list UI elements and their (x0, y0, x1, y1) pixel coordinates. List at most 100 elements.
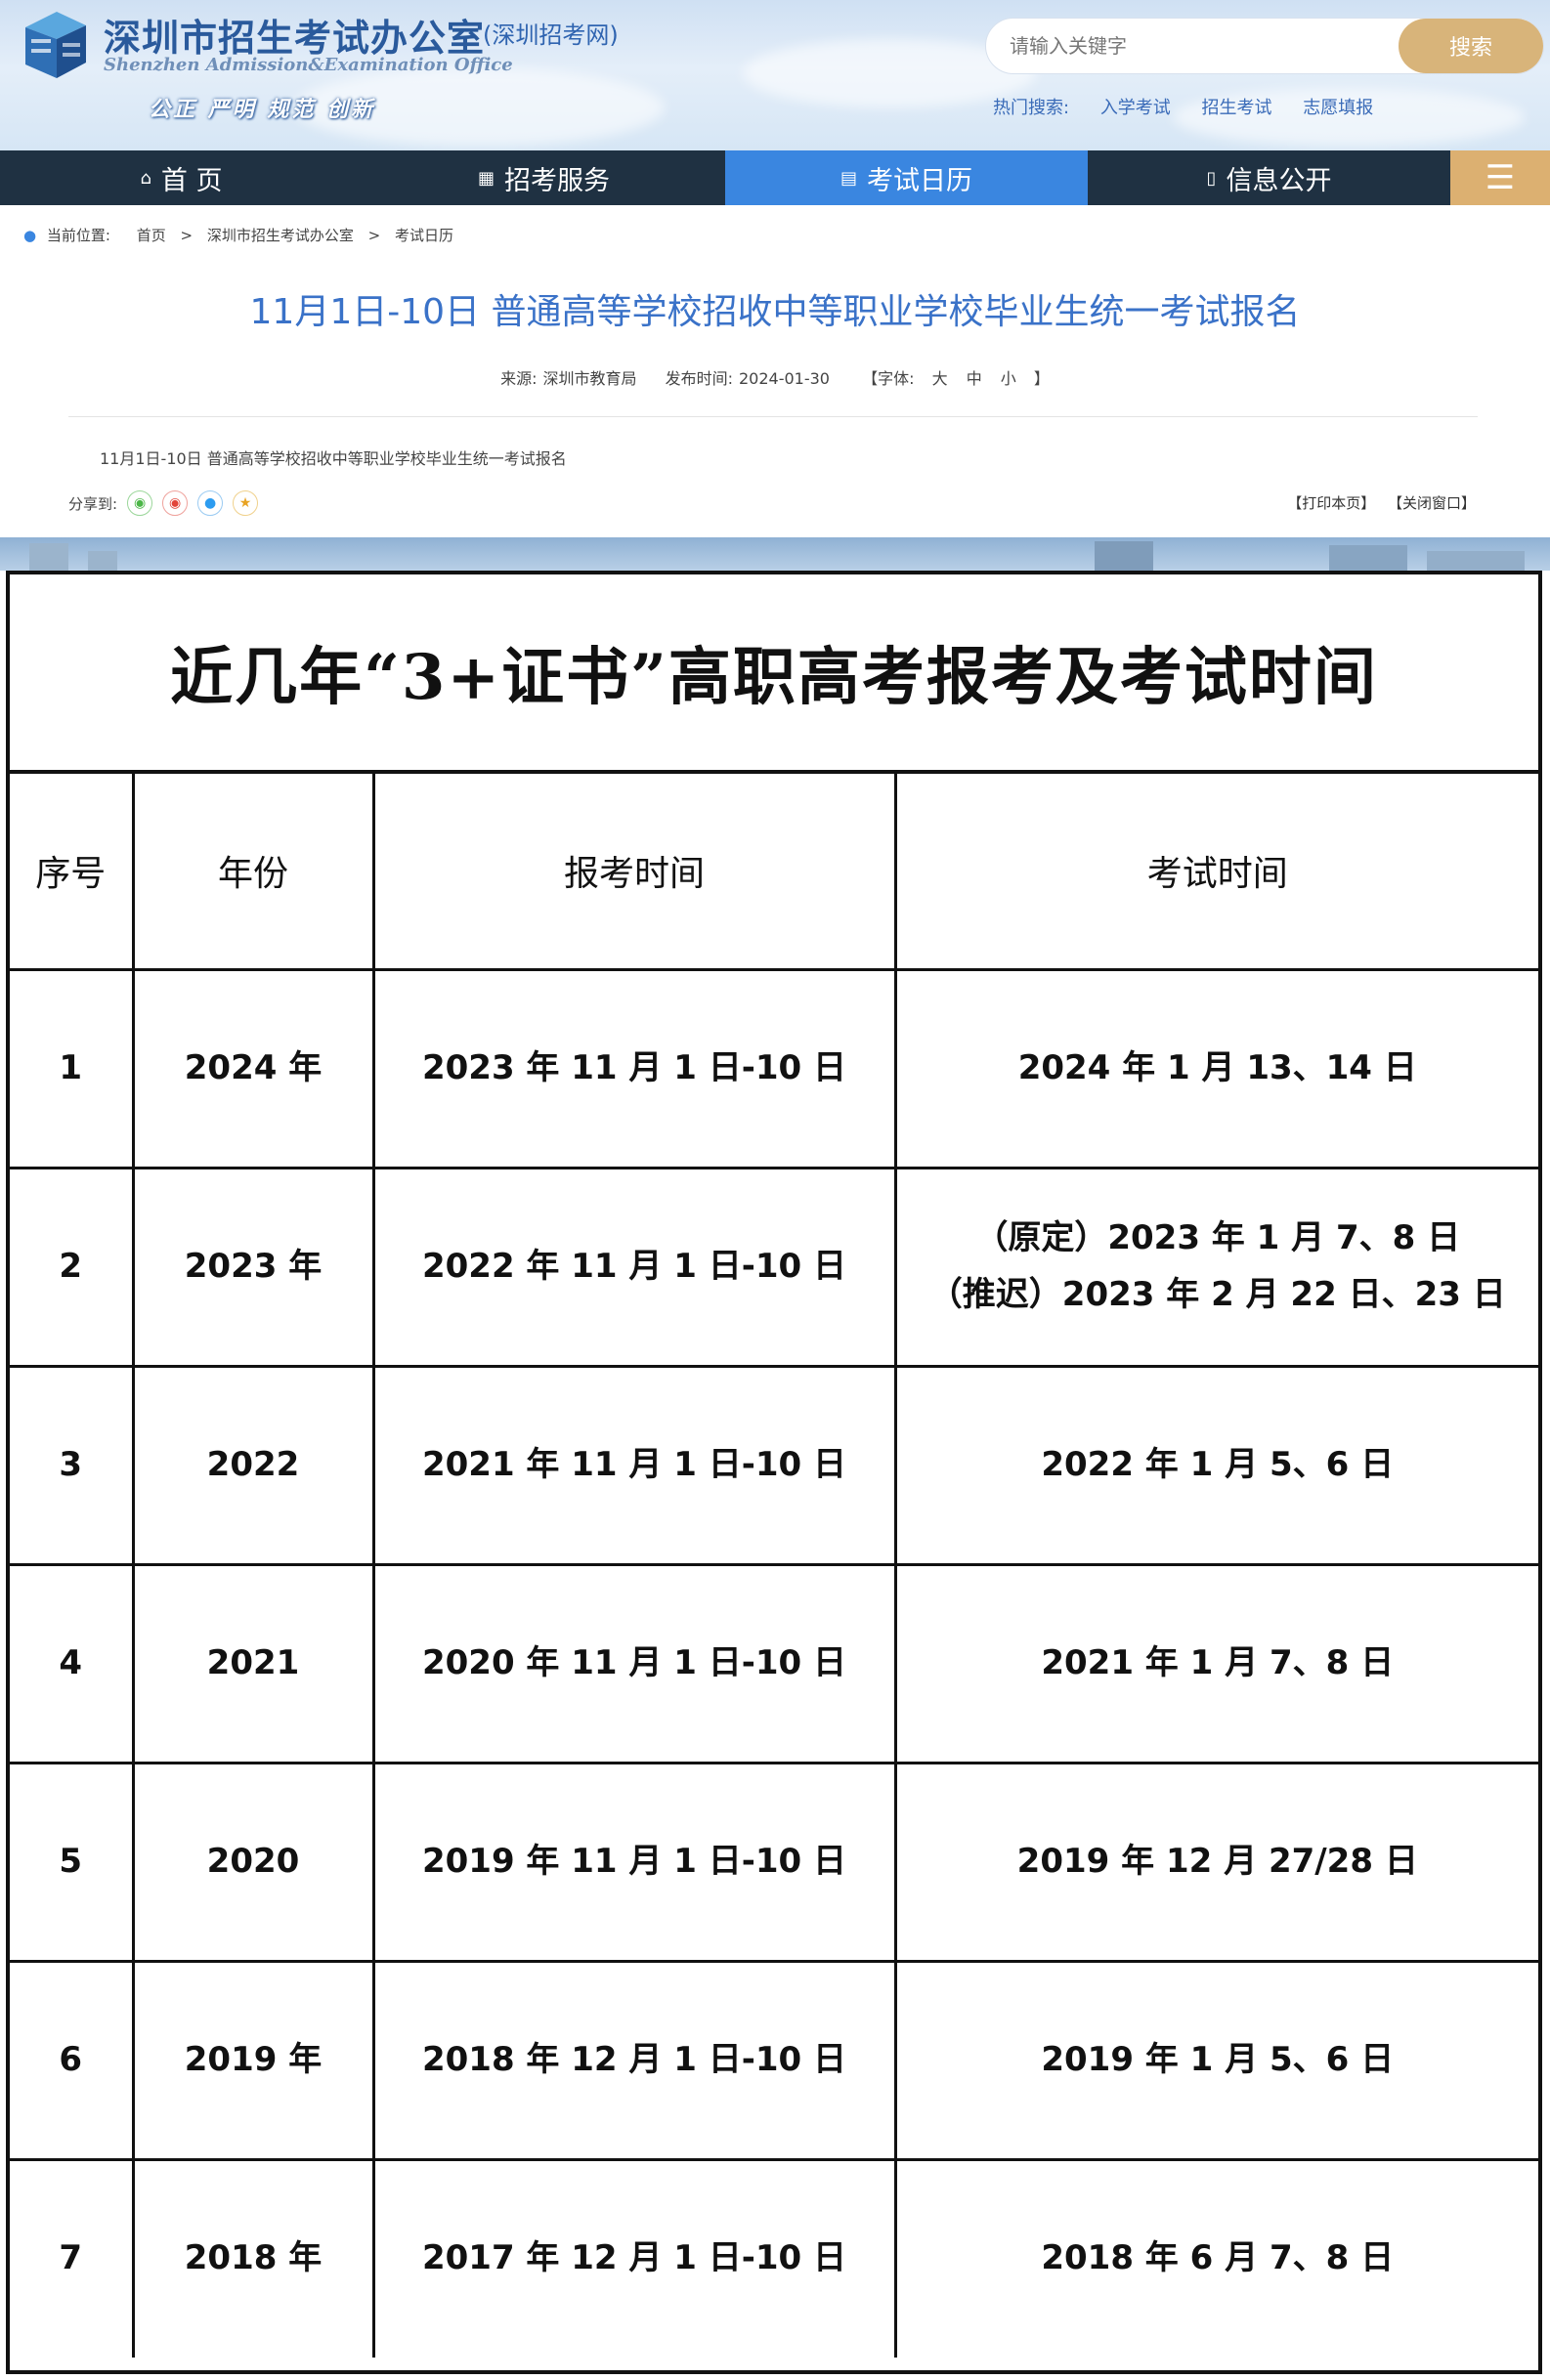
cell-registration: 2017 年 12 月 1 日-10 日 (371, 2157, 897, 2358)
site-slogan: 公正 严明 规范 创新 (149, 98, 375, 122)
font-size-small[interactable]: 小 (1001, 369, 1016, 388)
main-nav: ⌂ 首 页 ▦ 招考服务 ▤ 考试日历 ▯ 信息公开 ☰ (0, 150, 1550, 205)
header-registration-time: 报考时间 (371, 774, 897, 971)
site-title[interactable]: 深圳市招生考试办公室 (104, 8, 485, 62)
breadcrumb-label: 当前位置: (46, 227, 110, 244)
cell-exam-line: 2019 年 1 月 5、6 日 (1041, 2039, 1395, 2079)
nav-item-home[interactable]: ⌂ 首 页 (0, 150, 363, 205)
nav-item-services[interactable]: ▦ 招考服务 (363, 150, 725, 205)
cell-registration: 2023 年 11 月 1 日-10 日 (371, 967, 897, 1169)
wechat-icon[interactable]: ◉ (127, 490, 153, 516)
grid-icon: ▦ (477, 167, 495, 189)
breadcrumb-home[interactable]: 首页 (137, 227, 166, 244)
weibo-icon[interactable]: ◉ (162, 490, 189, 516)
skyline-banner (0, 537, 1550, 571)
cell-exam: 2022 年 1 月 5、6 日 (893, 1364, 1538, 1566)
schedule-table: 序号 年份 报考时间 考试时间 1 2024 年 2023 年 11 月 1 日… (10, 774, 1538, 2358)
nav-item-label: 考试日历 (867, 165, 972, 196)
divider (68, 416, 1478, 417)
search-input[interactable] (1008, 19, 1399, 73)
article-meta: 来源: 深圳市教育局 发布时间: 2024-01-30 【字体: 大 中 小 】 (0, 365, 1550, 389)
cell-exam-line: 2022 年 1 月 5、6 日 (1041, 1444, 1395, 1484)
page-tools: 【打印本页】 【关闭窗口】 (1279, 492, 1476, 513)
building-shape (1427, 551, 1525, 571)
schedule-title: 近几年“3+证书”高职高考报考及考试时间 (10, 574, 1538, 774)
schedule-table-image: 近几年“3+证书”高职高考报考及考试时间 序号 年份 报考时间 考试时间 1 2… (6, 571, 1542, 2374)
cell-exam: 2019 年 12 月 27/28 日 (893, 1761, 1538, 1963)
cell-year: 2019 年 (131, 1959, 375, 2161)
font-size-medium[interactable]: 中 (967, 369, 982, 388)
cell-exam: 2024 年 1 月 13、14 日 (893, 967, 1538, 1169)
cell-index: 1 (10, 967, 135, 1169)
article-title: 11月1日-10日 普通高等学校招收中等职业学校毕业生统一考试报名 (249, 292, 1301, 332)
table-row: 5 2020 2019 年 11 月 1 日-10 日 2019 年 12 月 … (10, 1761, 1538, 1963)
cell-year: 2024 年 (131, 967, 375, 1169)
table-row: 6 2019 年 2018 年 12 月 1 日-10 日 2019 年 1 月… (10, 1959, 1538, 2161)
calendar-icon: ▤ (840, 167, 857, 189)
building-shape (88, 551, 117, 571)
site-english-name: Shenzhen Admission&Examination Office (104, 55, 513, 75)
breadcrumb-separator: > (367, 227, 381, 244)
cell-index: 5 (10, 1761, 135, 1963)
cell-index: 2 (10, 1166, 135, 1368)
cell-exam-line: （原定）2023 年 1 月 7、8 日 (974, 1217, 1461, 1257)
cell-exam-line: （推迟）2023 年 2 月 22 日、23 日 (928, 1274, 1506, 1314)
header-year: 年份 (131, 774, 375, 971)
hot-link-application[interactable]: 志愿填报 (1303, 98, 1373, 118)
article: ● 当前位置: 首页 > 深圳市招生考试办公室 > 考试日历 11月1日-10日… (0, 205, 1550, 537)
qq-icon[interactable]: ● (197, 490, 224, 516)
close-window-link[interactable]: 【关闭窗口】 (1388, 494, 1476, 512)
share-label: 分享到: (68, 494, 118, 513)
cell-registration: 2022 年 11 月 1 日-10 日 (371, 1166, 897, 1368)
cell-exam-line: 2019 年 12 月 27/28 日 (1016, 1841, 1418, 1881)
nav-item-exam-calendar[interactable]: ▤ 考试日历 (725, 150, 1088, 205)
nav-item-label: 信息公开 (1226, 165, 1332, 196)
star-icon[interactable]: ★ (233, 490, 259, 516)
nav-item-label: 招考服务 (504, 165, 610, 196)
hot-link-admission-exam[interactable]: 招生考试 (1202, 98, 1272, 118)
table-row: 7 2018 年 2017 年 12 月 1 日-10 日 2018 年 6 月… (10, 2157, 1538, 2358)
menu-button[interactable]: ☰ (1450, 150, 1550, 205)
nav-item-label: 首 页 (160, 165, 223, 196)
table-header-row: 序号 年份 报考时间 考试时间 (10, 774, 1538, 971)
breadcrumb: ● 当前位置: 首页 > 深圳市招生考试办公室 > 考试日历 (23, 225, 453, 245)
breadcrumb-separator: > (180, 227, 194, 244)
font-size-label: 【字体: (862, 369, 915, 388)
table-row: 4 2021 2020 年 11 月 1 日-10 日 2021 年 1 月 7… (10, 1562, 1538, 1764)
building-shape (1329, 545, 1407, 571)
cell-year: 2018 年 (131, 2157, 375, 2358)
share-bar: 分享到: ◉ ◉ ● ★ (68, 490, 259, 516)
cell-registration: 2018 年 12 月 1 日-10 日 (371, 1959, 897, 2161)
cell-exam: 2019 年 1 月 5、6 日 (893, 1959, 1538, 2161)
font-size-large[interactable]: 大 (932, 369, 948, 388)
cell-index: 4 (10, 1562, 135, 1764)
header-exam-time: 考试时间 (893, 774, 1538, 971)
cell-exam: 2021 年 1 月 7、8 日 (893, 1562, 1538, 1764)
font-size-end: 】 (1033, 369, 1050, 388)
hamburger-icon: ☰ (1485, 158, 1516, 197)
date-value: 2024-01-30 (739, 369, 830, 388)
table-row: 2 2023 年 2022 年 11 月 1 日-10 日 （原定）2023 年… (10, 1166, 1538, 1368)
print-link[interactable]: 【打印本页】 (1287, 494, 1375, 512)
hot-link-entrance-exam[interactable]: 入学考试 (1100, 98, 1171, 118)
breadcrumb-exam-calendar[interactable]: 考试日历 (395, 227, 453, 244)
home-icon: ⌂ (140, 167, 151, 189)
cell-registration: 2020 年 11 月 1 日-10 日 (371, 1562, 897, 1764)
search-box: 搜索 (985, 18, 1544, 74)
article-summary: 11月1日-10日 普通高等学校招收中等职业学校毕业生统一考试报名 (100, 449, 567, 468)
source-value: 深圳市教育局 (542, 369, 637, 388)
building-shape (1095, 541, 1153, 571)
location-pin-icon: ● (23, 227, 37, 244)
document-icon: ▯ (1206, 167, 1217, 189)
site-logo-icon[interactable] (18, 6, 94, 82)
cell-year: 2022 (131, 1364, 375, 1566)
cell-exam: 2018 年 6 月 7、8 日 (893, 2157, 1538, 2358)
search-button[interactable]: 搜索 (1399, 19, 1543, 73)
building-shape (29, 543, 68, 571)
hot-search: 热门搜索: 入学考试 招生考试 志愿填报 (993, 94, 1399, 119)
breadcrumb-office[interactable]: 深圳市招生考试办公室 (207, 227, 354, 244)
nav-item-info-disclosure[interactable]: ▯ 信息公开 (1088, 150, 1450, 205)
cell-year: 2020 (131, 1761, 375, 1963)
site-header: 深圳市招生考试办公室 (深圳招考网) Shenzhen Admission&Ex… (0, 0, 1550, 150)
cell-year: 2021 (131, 1562, 375, 1764)
